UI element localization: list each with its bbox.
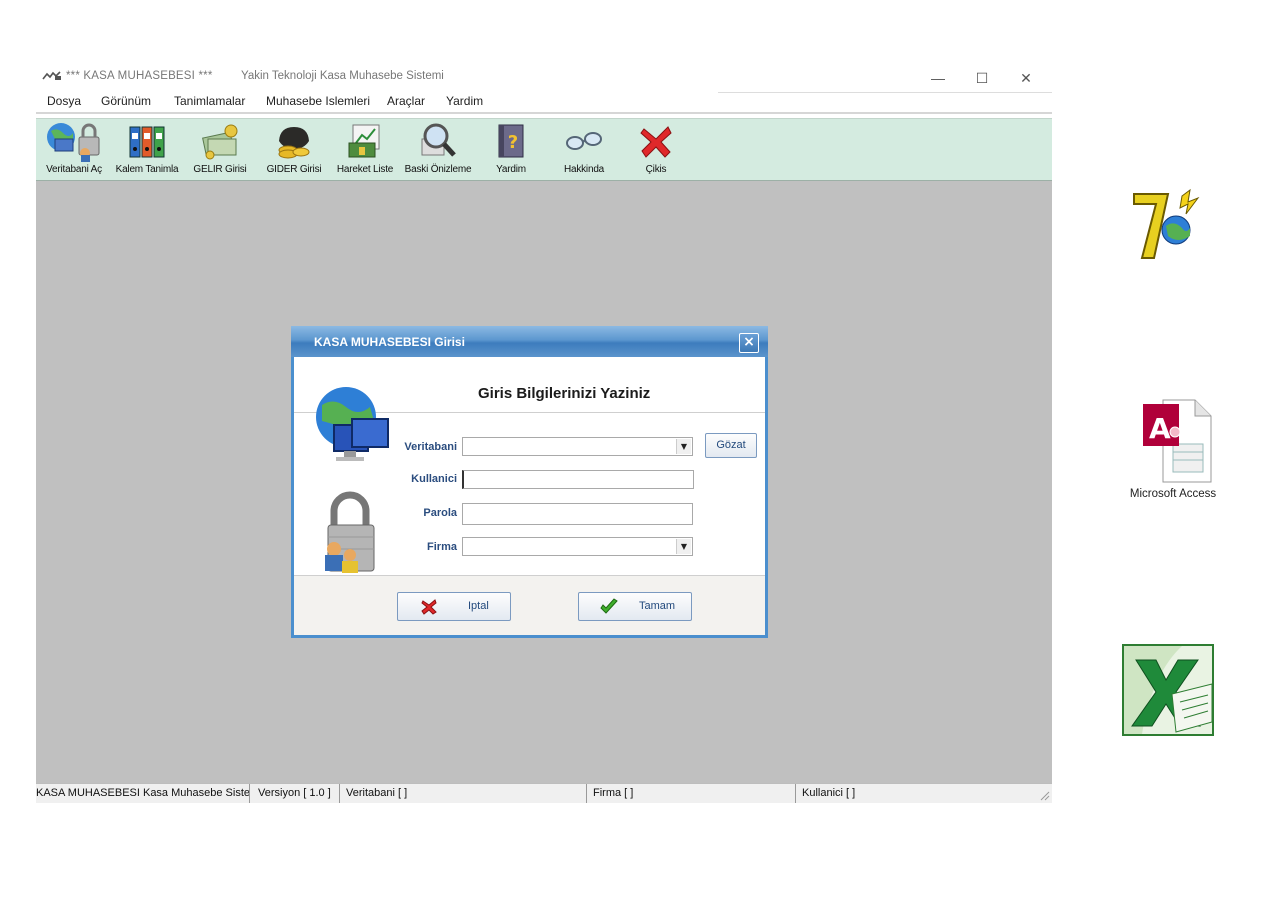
ok-button[interactable]: Tamam (578, 592, 692, 621)
globe-monitor-icon (312, 385, 398, 477)
toolbar-veritabani-ac[interactable]: Veritabani Aç (42, 121, 106, 179)
chart-money-icon (345, 121, 385, 161)
padlock-users-icon (320, 491, 380, 579)
window-subtitle: Yakin Teknoloji Kasa Muhasebe Sistemi (241, 70, 444, 82)
menu-bar: Dosya Görünüm Tanimlamalar Muhasebe Isle… (36, 90, 1052, 114)
toolbar-cikis[interactable]: Çikis (636, 121, 676, 179)
toolbar-gider-girisi[interactable]: GIDER Girisi (262, 121, 326, 179)
database-lock-icon (47, 121, 100, 162)
company-select[interactable]: ▼ (462, 537, 693, 556)
maximize-button[interactable]: ☐ (962, 67, 1002, 89)
desktop-icon-access[interactable]: A Microsoft Access (1118, 396, 1228, 500)
toolbar-label: Veritabani Aç (46, 164, 102, 175)
status-database: Veritabani [ ] (342, 784, 587, 803)
toolbar-label: Kalem Tanimla (115, 164, 179, 175)
desktop-icon-7z[interactable] (1128, 188, 1208, 264)
user-label: Kullanici (411, 473, 457, 485)
dialog-title-bar: KASA MUHASEBESI Girisi × (291, 326, 768, 357)
login-dialog: KASA MUHASEBESI Girisi × Giris Bilgileri… (291, 326, 768, 638)
dialog-body: Giris Bilgilerinizi Yaziniz Veritabani ▼… (294, 357, 765, 635)
red-x-icon (421, 599, 437, 615)
cancel-label: Iptal (468, 600, 489, 612)
status-bar: KASA MUHASEBESI Kasa Muhasebe Sistem Ver… (36, 783, 1052, 803)
menu-muhasebe-islemleri[interactable]: Muhasebe Islemleri (266, 94, 370, 108)
wallet-coins-icon (274, 121, 314, 161)
dialog-title: KASA MUHASEBESI Girisi (314, 335, 465, 349)
desktop-icon-label: Microsoft Access (1129, 488, 1217, 500)
database-select[interactable]: ▼ (462, 437, 693, 456)
toolbar-label: Çikis (645, 164, 667, 175)
dialog-close-button[interactable]: × (739, 333, 759, 353)
toolbar-label: GELIR Girisi (193, 164, 247, 175)
window-title: *** KASA MUHASEBESI *** (66, 70, 213, 82)
status-company: Firma [ ] (589, 784, 796, 803)
status-app: KASA MUHASEBESI Kasa Muhasebe Sistem (32, 784, 250, 803)
toolbar-gelir-girisi[interactable]: GELIR Girisi (188, 121, 252, 179)
menu-dosya[interactable]: Dosya (47, 94, 81, 108)
desktop-icon-excel[interactable] (1122, 644, 1214, 736)
svg-text:A: A (1149, 412, 1171, 445)
toolbar: Veritabani Aç Kalem Tanimla GELIR Girisi… (36, 118, 1052, 182)
user-input[interactable] (462, 470, 694, 489)
money-icon (200, 121, 240, 161)
toolbar-kalem-tanimla[interactable]: Kalem Tanimla (114, 121, 180, 179)
title-bar: *** KASA MUHASEBESI *** Yakin Teknoloji … (36, 64, 1052, 90)
binders-icon (127, 121, 167, 161)
glasses-icon (564, 121, 604, 161)
close-button[interactable]: ✕ (1006, 67, 1046, 89)
seven-zip-globe-icon (1133, 188, 1200, 259)
svg-text:?: ? (508, 132, 518, 153)
toolbar-label: Yardim (496, 164, 526, 175)
toolbar-baski-onizleme[interactable]: Baski Önizleme (402, 121, 474, 179)
browse-button[interactable]: Gözat (705, 433, 757, 458)
database-label: Veritabani (404, 441, 457, 453)
cancel-button[interactable]: Iptal (397, 592, 511, 621)
menu-gorunum[interactable]: Görünüm (101, 94, 151, 108)
toolbar-yardim[interactable]: ? Yardim (491, 121, 531, 179)
microsoft-excel-icon (1122, 644, 1214, 736)
chevron-down-icon[interactable]: ▼ (676, 439, 691, 454)
password-input[interactable] (462, 503, 693, 525)
status-user: Kullanici [ ] (802, 787, 856, 799)
status-version: Versiyon [ 1.0 ] (254, 784, 340, 803)
ok-label: Tamam (639, 600, 676, 612)
magnifier-icon (418, 121, 458, 161)
dialog-heading: Giris Bilgilerinizi Yaziniz (478, 385, 651, 402)
checkmark-icon (600, 598, 618, 614)
dialog-footer: Iptal Tamam (294, 576, 765, 635)
app-icon (42, 71, 62, 84)
toolbar-label: Hareket Liste (336, 164, 394, 175)
help-book-icon: ? (491, 121, 531, 161)
toolbar-hakkinda[interactable]: Hakkinda (558, 121, 610, 179)
password-label: Parola (423, 507, 457, 519)
red-x-icon (636, 121, 676, 161)
chevron-down-icon[interactable]: ▼ (676, 539, 691, 554)
toolbar-label: GIDER Girisi (266, 164, 322, 175)
menu-divider (718, 92, 1052, 93)
minimize-button[interactable]: — (918, 67, 958, 89)
menu-tanimlamalar[interactable]: Tanimlamalar (174, 94, 245, 108)
toolbar-label: Baski Önizleme (404, 164, 472, 175)
resize-grip-icon[interactable] (1040, 791, 1050, 801)
microsoft-access-icon: A (1143, 399, 1212, 483)
toolbar-hareket-liste[interactable]: Hareket Liste (332, 121, 398, 179)
menu-yardim[interactable]: Yardim (446, 94, 483, 108)
company-label: Firma (427, 541, 457, 553)
login-form: Veritabani ▼ Gözat Kullanici Parola Firm… (294, 387, 765, 579)
toolbar-label: Hakkinda (563, 164, 605, 175)
menu-araclar[interactable]: Araçlar (387, 94, 425, 108)
